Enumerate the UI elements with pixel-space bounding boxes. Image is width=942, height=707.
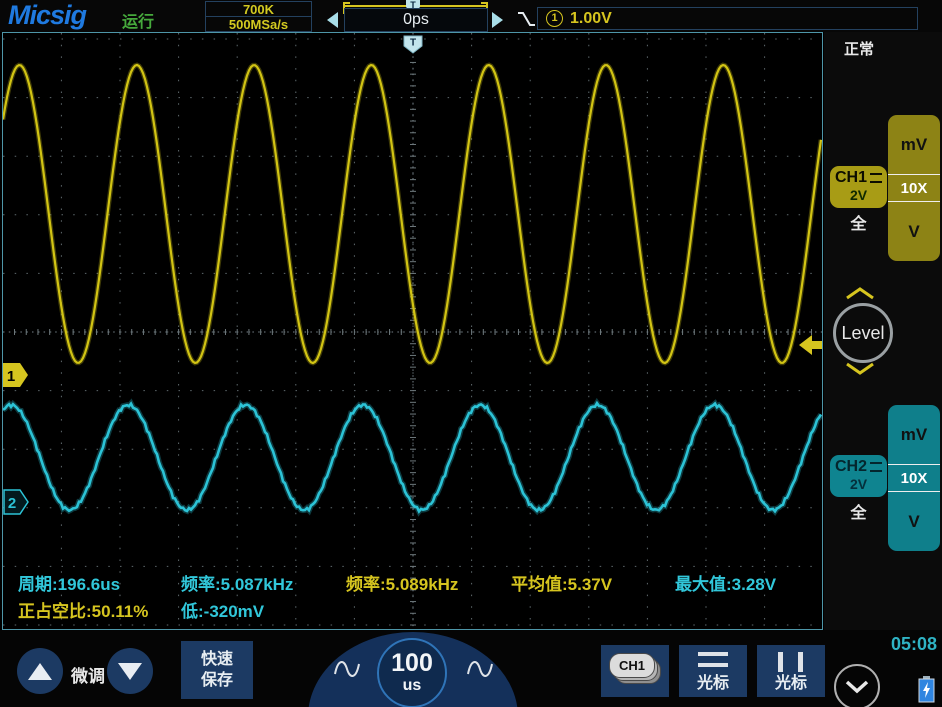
right-control-sidebar: 正常 mV 10X V CH1 2V 全 Level mV 10X V CH2 … — [824, 32, 942, 630]
fine-tune-label: 微调 — [71, 667, 105, 686]
measurement-frequency-1: 频率:5.087kHz — [181, 575, 294, 594]
clock-display: 05:08 — [890, 634, 937, 654]
measurement-duty-cycle: 正占空比:50.11% — [18, 602, 149, 621]
horizontal-cursor-line-icon — [698, 652, 728, 656]
vertical-cursor-button[interactable]: 光标 — [757, 645, 825, 697]
ch1-badge[interactable]: CH1 2V — [830, 166, 887, 208]
ch2-probe-factor[interactable]: 10X — [888, 464, 940, 492]
measurement-row-1: 周期:196.6us 频率:5.087kHz 频率:5.089kHz 平均值:5.37… — [3, 570, 822, 594]
trigger-level-value: 1.00V — [570, 9, 612, 27]
ch2-badge[interactable]: CH2 2V — [830, 455, 887, 497]
timebase-knob[interactable]: 100 us — [377, 638, 447, 707]
dc-coupling-icon — [870, 173, 882, 183]
quick-save-label-line2: 保存 — [200, 672, 233, 689]
fine-tune-down-button[interactable] — [107, 648, 153, 694]
bottom-control-bar: 微调 快速 保存 100 us CH1 光标 光标 05:08 — [0, 630, 942, 707]
ch2-bandwidth-label: 全 — [850, 505, 867, 522]
ch2-badge-label: CH2 — [834, 458, 867, 475]
measurement-frequency-2: 频率:5.089kHz — [346, 575, 459, 594]
sample-rate-value: 500MSa/s — [228, 16, 289, 32]
level-down-chevron-icon[interactable] — [845, 362, 875, 375]
trigger-source-badge: 1 — [546, 10, 563, 27]
horizontal-cursor-label: 光标 — [696, 675, 729, 692]
timebase-value: 100 — [391, 649, 433, 677]
horizontal-cursor-line-icon — [698, 663, 728, 667]
run-status-label: 运行 — [122, 14, 155, 31]
ch1-probe-factor[interactable]: 10X — [888, 174, 940, 202]
ch2-unit-v-button[interactable]: V — [888, 492, 940, 551]
ch1-badge-label: CH1 — [834, 169, 867, 186]
battery-charging-icon — [918, 676, 935, 703]
trigger-level-knob[interactable]: Level — [833, 303, 893, 363]
chevron-down-icon — [845, 680, 869, 694]
trigger-time-marker-label: T — [410, 38, 416, 49]
measurement-row-2: 正占空比:50.11% 低:-320mV — [3, 597, 822, 621]
grid-and-waveform-traces — [3, 33, 822, 629]
trigger-level-arrow-icon[interactable] — [799, 335, 822, 355]
fast-timebase-sine-icon[interactable] — [466, 655, 494, 682]
trigger-info-box[interactable]: 1 1.00V — [537, 7, 918, 30]
level-knob-label: Level — [841, 322, 885, 343]
falling-edge-icon — [518, 12, 535, 26]
vertical-cursor-label: 光标 — [774, 675, 807, 692]
channel-select-label: CH1 — [609, 653, 655, 678]
oscilloscope-app: Micsig 运行 700K 500MSa/s T 0ps 1 1.00V T … — [0, 0, 942, 707]
ch1-position-marker[interactable]: 1 — [3, 363, 28, 387]
quick-save-label-line1: 快速 — [200, 651, 233, 668]
ch1-unit-mv-button[interactable]: mV — [888, 115, 940, 174]
ch1-scale-value: 2V — [849, 187, 868, 203]
collapse-menu-button[interactable] — [834, 664, 880, 707]
measurement-period: 周期:196.6us — [18, 575, 121, 594]
top-status-bar: Micsig 运行 700K 500MSa/s T 0ps 1 1.00V — [0, 0, 942, 32]
memory-depth-value: 700K — [206, 2, 311, 17]
channel-select-button[interactable]: CH1 — [601, 645, 669, 697]
slow-timebase-sine-icon[interactable] — [333, 655, 361, 682]
ch2-scale-panel[interactable]: mV 10X V — [888, 405, 940, 551]
acquisition-info-box[interactable]: 700K 500MSa/s — [205, 1, 312, 32]
ch1-scale-panel[interactable]: mV 10X V — [888, 115, 940, 261]
measurement-low: 低:-320mV — [181, 602, 265, 621]
trigger-time-marker[interactable]: T — [403, 35, 423, 54]
dc-coupling-icon — [870, 462, 882, 472]
trigger-delay-right-arrow-icon[interactable] — [492, 12, 503, 28]
waveform-display-area[interactable]: T 1 2 周期:196.6us 频率:5.087kHz 频率:5.089kHz 平均… — [2, 32, 823, 630]
ch1-bandwidth-label: 全 — [850, 216, 867, 233]
trigger-mode-label: 正常 — [844, 41, 875, 58]
trigger-delay-value: 0ps — [403, 11, 429, 28]
ch2-unit-mv-button[interactable]: mV — [888, 405, 940, 464]
ch2-scale-value: 2V — [849, 476, 868, 492]
brand-logo: Micsig — [8, 0, 87, 30]
timebase-unit: us — [402, 677, 422, 694]
fine-tune-up-button[interactable] — [17, 648, 63, 694]
measurement-maximum: 最大值:3.28V — [675, 575, 777, 594]
up-triangle-icon — [28, 662, 52, 680]
ch2-position-marker-label: 2 — [8, 495, 16, 512]
ch1-position-marker-label: 1 — [7, 368, 15, 385]
trigger-delay-left-arrow-icon[interactable] — [327, 12, 338, 28]
horizontal-cursor-button[interactable]: 光标 — [679, 645, 747, 697]
ch2-position-marker[interactable]: 2 — [3, 489, 29, 515]
trigger-delay-box[interactable]: 0ps — [344, 8, 488, 32]
measurement-average: 平均值:5.37V — [511, 575, 613, 594]
quick-save-button[interactable]: 快速 保存 — [181, 641, 253, 699]
level-up-chevron-icon[interactable] — [845, 287, 875, 300]
ch2-trace-glow — [3, 397, 822, 517]
down-triangle-icon — [118, 662, 142, 680]
ch1-unit-v-button[interactable]: V — [888, 202, 940, 261]
